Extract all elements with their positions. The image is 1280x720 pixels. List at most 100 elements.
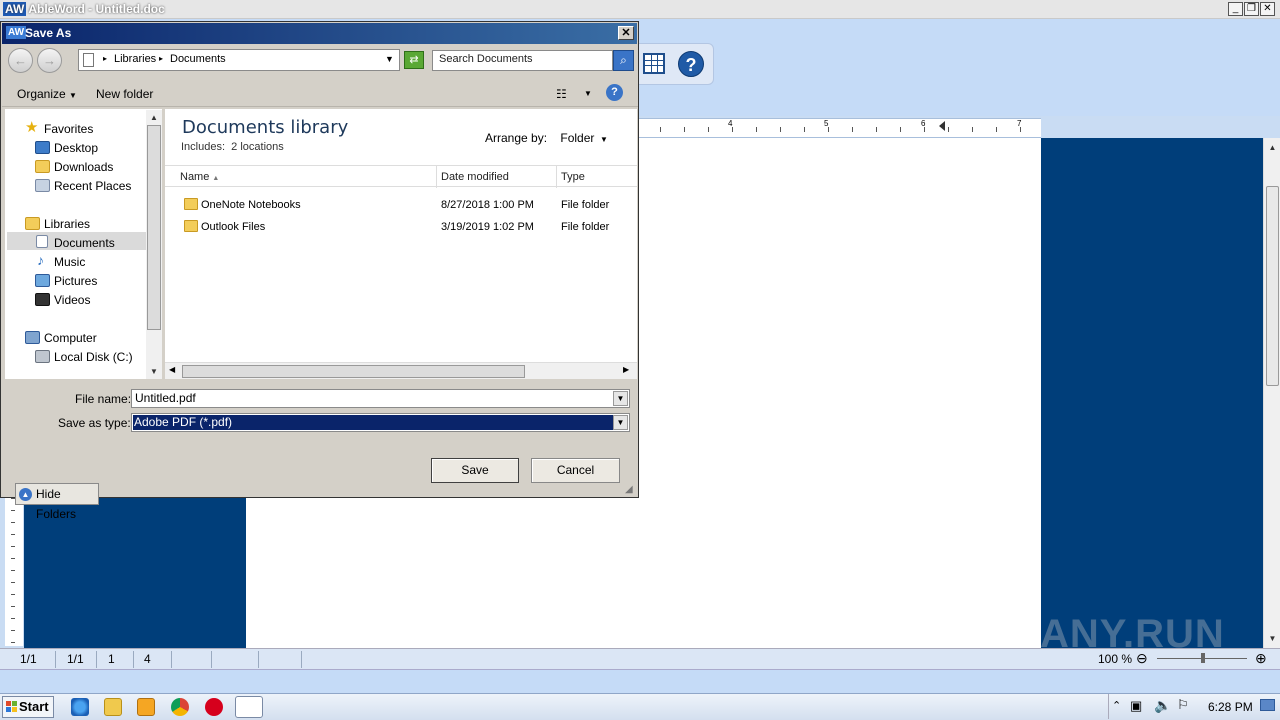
scroll-thumb[interactable] (1266, 186, 1279, 386)
table-icon[interactable] (643, 53, 665, 74)
file-explorer-icon[interactable] (104, 698, 122, 716)
new-folder-button[interactable]: New folder (96, 87, 153, 101)
nav-videos[interactable]: Videos (54, 293, 90, 307)
volume-icon[interactable]: 🔈 (1154, 697, 1171, 714)
minimize-button[interactable]: _ (1228, 2, 1243, 16)
watermark: ANY.RUN (1040, 612, 1225, 656)
dialog-title: Save As (25, 26, 72, 40)
arrange-by-dropdown[interactable]: Folder (560, 131, 594, 145)
downloads-icon (35, 160, 50, 173)
address-dropdown-icon[interactable]: ▼ (385, 54, 394, 64)
hscroll-thumb[interactable] (182, 365, 525, 378)
refresh-icon[interactable]: ⇄ (404, 51, 424, 69)
status-page: 1/1 (20, 652, 37, 666)
forward-button[interactable]: → (37, 48, 62, 73)
taskbar (0, 693, 1280, 720)
scroll-right-icon[interactable]: ▶ (623, 365, 629, 374)
nav-desktop[interactable]: Desktop (54, 141, 98, 155)
hide-folders-button[interactable]: ▲ Hide Folders (15, 483, 99, 521)
nav-scroll-down-icon[interactable]: ▼ (148, 365, 160, 378)
sort-up-icon: ▲ (212, 175, 220, 182)
indent-marker[interactable] (939, 121, 945, 131)
nav-favorites[interactable]: Favorites (44, 122, 93, 136)
folder-icon (184, 198, 198, 210)
app-title: AW AbleWord - Untitled.doc (3, 2, 165, 16)
nav-libraries[interactable]: Libraries (44, 217, 90, 231)
nav-scroll-up-icon[interactable]: ▲ (148, 111, 160, 124)
file-type: File folder (561, 199, 610, 211)
opera-icon[interactable] (205, 698, 223, 716)
status-line: 4 (144, 652, 151, 666)
close-app-button[interactable]: ✕ (1260, 2, 1275, 16)
nav-music[interactable]: Music (54, 255, 85, 269)
status-col: 1 (108, 652, 115, 666)
scroll-down-icon[interactable]: ▼ (1266, 632, 1279, 645)
file-type: File folder (561, 221, 610, 233)
status-section: 1/1 (67, 652, 84, 666)
show-desktop-icon[interactable] (1260, 699, 1275, 711)
chrome-icon[interactable] (171, 698, 189, 716)
arrange-dropdown-icon[interactable]: ▼ (598, 135, 608, 144)
recent-places-icon (35, 179, 50, 192)
breadcrumb-arrow-icon[interactable]: ▸ (159, 54, 163, 63)
column-name[interactable]: Name ▲ (180, 171, 219, 183)
save-button[interactable]: Save (431, 458, 519, 483)
tray-expand-icon[interactable]: ⌃ (1112, 699, 1121, 712)
dialog-titlebar[interactable]: AW Save As ✕ (2, 23, 637, 44)
network-icon[interactable]: ▣ (1130, 698, 1142, 714)
nav-documents[interactable]: Documents (54, 236, 115, 250)
column-date-modified[interactable]: Date modified (441, 171, 509, 183)
file-row[interactable]: OneNote Notebooks 8/27/2018 1:00 PM File… (165, 195, 637, 215)
nav-computer[interactable]: Computer (44, 331, 97, 345)
scroll-left-icon[interactable]: ◀ (169, 365, 175, 374)
breadcrumb-libraries[interactable]: Libraries (114, 53, 156, 65)
ableword-task-icon[interactable] (235, 696, 263, 718)
file-row[interactable]: Outlook Files 3/19/2019 1:02 PM File fol… (165, 217, 637, 237)
nav-scroll-thumb[interactable] (147, 125, 161, 330)
search-icon[interactable]: ⌕ (613, 50, 634, 71)
organize-button[interactable]: Organize ▼ (17, 87, 77, 101)
clock: 6:28 PM (1208, 700, 1253, 714)
scroll-up-icon[interactable]: ▲ (1266, 141, 1279, 154)
file-name-dropdown-icon[interactable]: ▼ (613, 391, 628, 406)
nav-downloads[interactable]: Downloads (54, 160, 113, 174)
library-locations-link[interactable]: 2 locations (231, 141, 284, 153)
library-includes: Includes: 2 locations (181, 141, 284, 153)
file-name: OneNote Notebooks (201, 199, 301, 211)
file-date: 8/27/2018 1:00 PM (441, 199, 534, 211)
cancel-button[interactable]: Cancel (531, 458, 620, 483)
forward-arrow-icon: → (43, 53, 56, 68)
file-name-field[interactable]: Untitled.pdf ▼ (131, 389, 630, 408)
view-options-icon[interactable]: ☷ (556, 87, 567, 101)
save-type-label: Save as type: (58, 416, 131, 430)
save-type-dropdown-icon[interactable]: ▼ (613, 415, 628, 430)
address-bar[interactable]: ▸ Libraries ▸ Documents ▼ (78, 49, 400, 71)
zoom-in-icon[interactable]: ⊕ (1255, 650, 1267, 667)
vertical-scrollbar[interactable]: ▲ ▼ (1263, 138, 1280, 648)
nav-scrollbar[interactable]: ▲ ▼ (146, 110, 162, 379)
restore-button[interactable]: ❐ (1244, 2, 1259, 16)
resize-grip-icon[interactable]: ◢ (625, 484, 633, 495)
nav-local-disk[interactable]: Local Disk (C:) (54, 350, 133, 364)
save-type-select[interactable]: Adobe PDF (*.pdf) ▼ (131, 413, 630, 432)
music-icon: ♪ (37, 252, 44, 268)
horizontal-scrollbar[interactable]: ◀ ▶ (165, 362, 637, 379)
help-icon[interactable]: ? (678, 51, 704, 77)
nav-recent-places[interactable]: Recent Places (54, 179, 131, 193)
back-button[interactable]: ← (8, 48, 33, 73)
action-center-flag-icon[interactable]: ⚐ (1177, 697, 1189, 713)
internet-explorer-icon[interactable] (71, 698, 89, 716)
dialog-close-button[interactable]: ✕ (618, 26, 634, 40)
breadcrumb-arrow-icon[interactable]: ▸ (103, 54, 107, 63)
dialog-help-icon[interactable]: ? (606, 84, 623, 101)
desktop-icon (35, 141, 50, 154)
breadcrumb-documents[interactable]: Documents (170, 53, 226, 65)
command-bar: Organize ▼ New folder ☷ ▼ ? (2, 80, 638, 107)
view-dropdown-icon[interactable]: ▼ (584, 89, 592, 98)
dialog-logo: AW (6, 26, 27, 39)
column-type[interactable]: Type (561, 171, 585, 183)
start-button[interactable]: Start (2, 696, 54, 718)
search-input[interactable]: Search Documents (432, 50, 613, 71)
media-player-icon[interactable] (137, 698, 155, 716)
nav-pictures[interactable]: Pictures (54, 274, 97, 288)
